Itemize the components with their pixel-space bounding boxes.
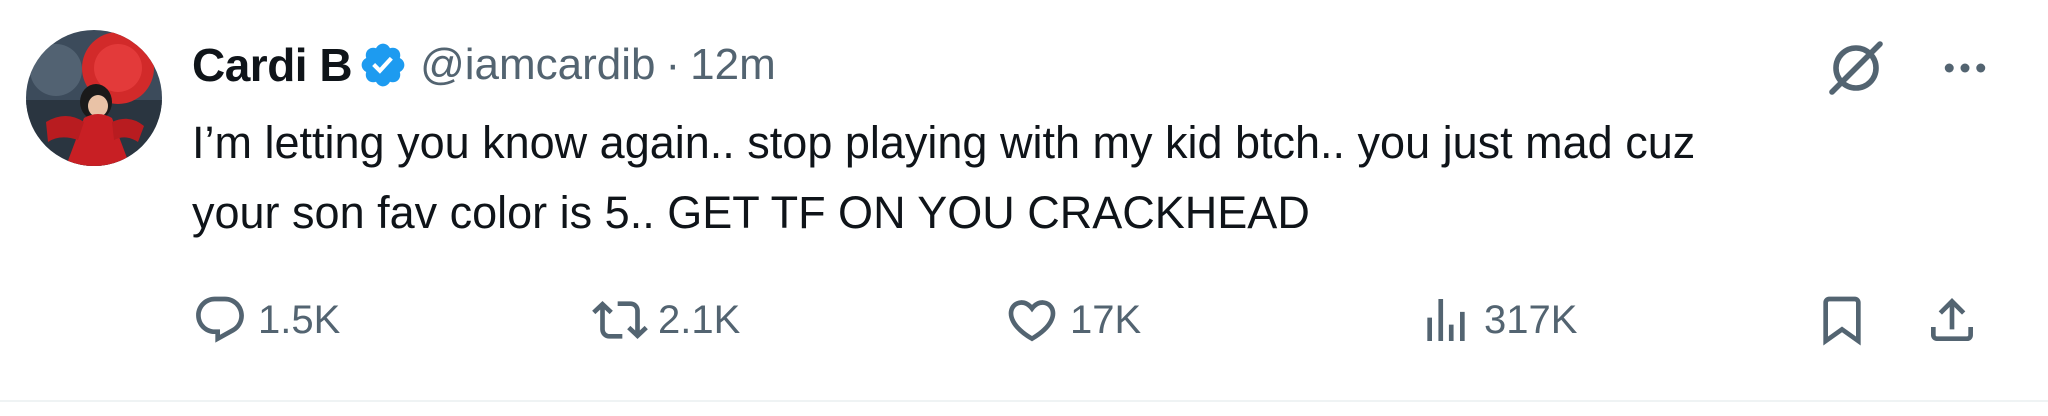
retweet-icon <box>592 301 648 339</box>
reply-count: 1.5K <box>258 297 341 342</box>
verified-badge-icon[interactable] <box>358 40 408 90</box>
tweet-actions: 1.5K 2.1K 17K 317K <box>192 282 1992 358</box>
bookmark-button[interactable] <box>1814 282 1870 358</box>
tweet-card[interactable]: Cardi B @iamcardib · 12m I’m letting you… <box>0 0 2048 402</box>
like-button[interactable]: 17K <box>1004 282 1141 358</box>
avatar-image <box>26 30 162 166</box>
author-handle[interactable]: @iamcardib <box>420 40 655 90</box>
grok-icon[interactable] <box>1824 36 1888 100</box>
separator-dot: · <box>665 40 681 89</box>
tweet-top-actions <box>1824 36 1992 100</box>
reply-button[interactable]: 1.5K <box>192 282 340 358</box>
timestamp[interactable]: 12m <box>690 40 776 90</box>
retweet-button[interactable]: 2.1K <box>592 282 740 358</box>
tweet-text: I’m letting you know again.. stop playin… <box>192 117 1696 238</box>
tweet-header: Cardi B @iamcardib · 12m <box>192 34 776 96</box>
bookmark-icon <box>1823 296 1861 346</box>
views-count: 317K <box>1484 297 1578 342</box>
views-icon <box>1427 299 1465 341</box>
author-name[interactable]: Cardi B <box>192 38 353 92</box>
reply-icon <box>196 296 244 343</box>
share-icon <box>1931 298 1973 341</box>
avatar[interactable] <box>26 30 162 166</box>
views-button[interactable]: 317K <box>1418 282 1577 358</box>
retweet-count: 2.1K <box>658 297 741 342</box>
share-button[interactable] <box>1924 282 1980 358</box>
like-count: 17K <box>1070 297 1142 342</box>
heart-icon <box>1008 300 1056 342</box>
more-icon[interactable] <box>1938 41 1992 95</box>
